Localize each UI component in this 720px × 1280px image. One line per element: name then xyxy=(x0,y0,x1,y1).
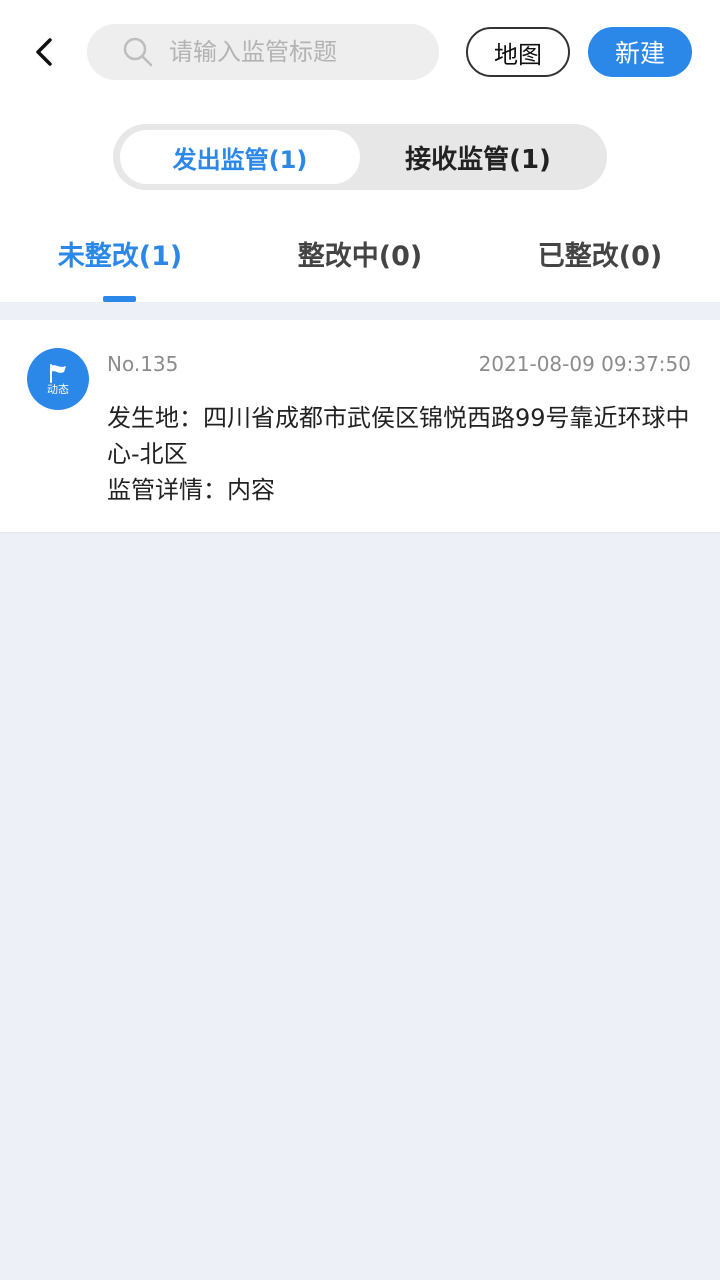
avatar-label: 动态 xyxy=(47,382,69,396)
map-button[interactable]: 地图 xyxy=(466,27,570,77)
record-detail: 监管详情：内容 xyxy=(107,476,275,504)
active-tab-indicator xyxy=(103,296,136,302)
header-bar: 地图 新建 xyxy=(0,0,720,110)
supervision-direction-toggle: 发出监管(1) 接收监管(1) xyxy=(113,124,607,190)
tab-rectified[interactable]: 已整改(0) xyxy=(480,222,720,302)
tab-unrectified[interactable]: 未整改(1) xyxy=(0,222,240,302)
status-tabs: 未整改(1) 整改中(0) 已整改(0) xyxy=(0,222,720,302)
record-timestamp: 2021-08-09 09:37:50 xyxy=(478,352,691,376)
record-number: No.135 xyxy=(107,352,179,376)
flag-icon xyxy=(50,363,66,383)
segment-received[interactable]: 接收监管(1) xyxy=(358,130,598,184)
list-item[interactable]: 动态 No.135 2021-08-09 09:37:50 发生地：四川省成都市… xyxy=(0,320,720,533)
new-button[interactable]: 新建 xyxy=(588,27,692,77)
avatar: 动态 xyxy=(27,348,89,410)
back-button[interactable] xyxy=(22,30,66,74)
segment-sent[interactable]: 发出监管(1) xyxy=(120,130,360,184)
tab-rectifying[interactable]: 整改中(0) xyxy=(240,222,480,302)
search-box[interactable] xyxy=(87,24,439,80)
search-input[interactable] xyxy=(167,37,421,67)
search-icon xyxy=(121,35,155,69)
record-location: 发生地：四川省成都市武侯区锦悦西路99号靠近环球中心-北区 xyxy=(107,404,690,468)
record-body: 发生地：四川省成都市武侯区锦悦西路99号靠近环球中心-北区 监管详情：内容 xyxy=(107,400,717,508)
chevron-left-icon xyxy=(36,38,52,66)
